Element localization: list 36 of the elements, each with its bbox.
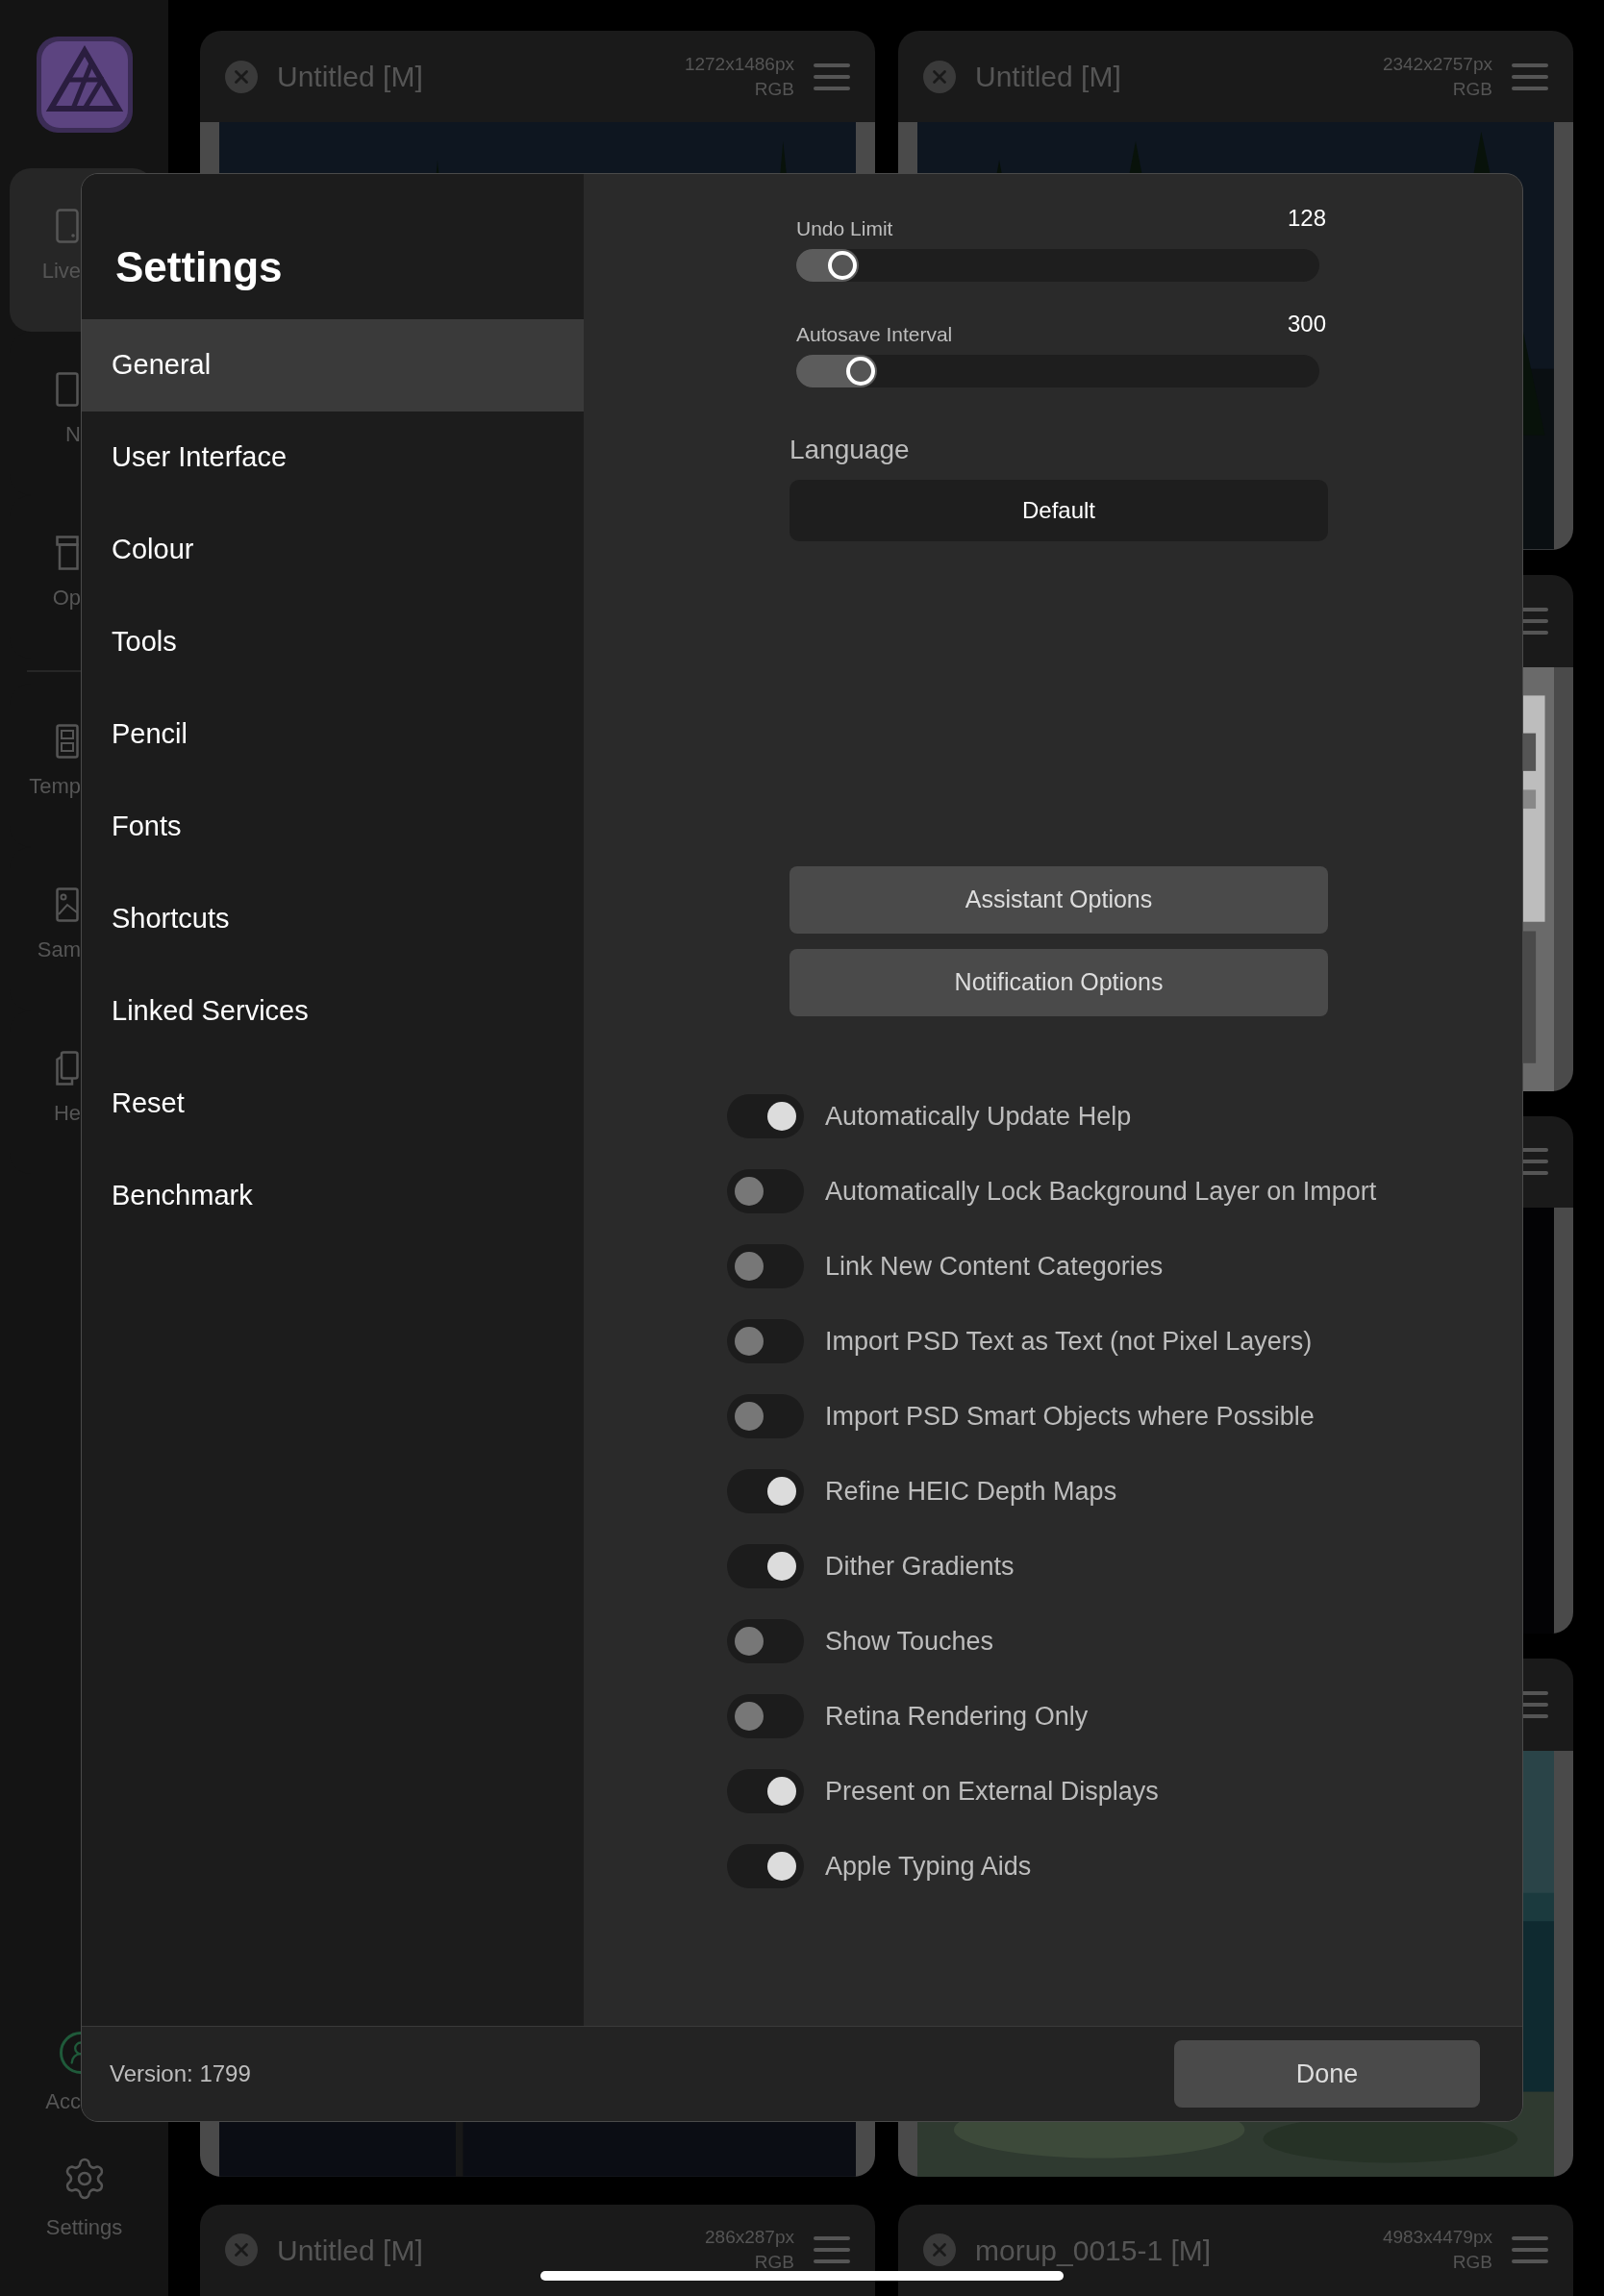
slider-label: Undo Limit [796, 215, 893, 241]
document-dimensions: 2342x2757px [1382, 52, 1492, 76]
document-color-mode: RGB [1452, 77, 1492, 101]
toggle-label: Automatically Lock Background Layer on Import [825, 1175, 1377, 1208]
sidebar-label: Acc [44, 2088, 81, 2115]
toggle-label: Present on External Displays [825, 1775, 1159, 1808]
sidebar-label: Op [51, 585, 81, 611]
version-text: Version: 1799 [110, 2059, 251, 2088]
toggle-label: Dither Gradients [825, 1550, 1015, 1583]
toggle-label: Refine HEIC Depth Maps [825, 1475, 1117, 1508]
sidebar-label: N [64, 421, 81, 448]
language-label: Language [789, 434, 911, 466]
toggle-label: Link New Content Categories [825, 1250, 1164, 1283]
document-color-mode: RGB [1452, 2251, 1492, 2275]
document-title: Untitled [M] [277, 60, 423, 95]
slider-label: Autosave Interval [796, 321, 953, 347]
document-dimensions: 4983x4479px [1382, 2226, 1492, 2250]
document-title: Untitled [M] [975, 60, 1121, 95]
dialog-title: Settings [115, 243, 283, 290]
toggle-label: Show Touches [825, 1625, 994, 1658]
document-title: Untitled [M] [277, 2233, 423, 2268]
document-title: morup_0015-1 [M] [975, 2233, 1212, 2268]
toggle-label: Automatically Update Help [825, 1100, 1132, 1133]
document-dimensions: 1272x1486px [684, 52, 794, 76]
sidebar-label: He [52, 1100, 81, 1127]
slider-value: 300 [1287, 310, 1326, 338]
slider-value: 128 [1287, 204, 1326, 233]
toggle-label: Import PSD Text as Text (not Pixel Layers) [825, 1325, 1313, 1358]
sidebar-label: Sam [36, 936, 81, 963]
document-dimensions: 286x287px [705, 2226, 794, 2250]
document-color-mode: RGB [754, 77, 794, 101]
toggle-label: Apple Typing Aids [825, 1850, 1032, 1883]
document-color-mode: RGB [754, 2251, 794, 2275]
toggle-label: Import PSD Smart Objects where Possible [825, 1400, 1315, 1433]
toggle-label: Retina Rendering Only [825, 1700, 1089, 1733]
sidebar-label: Temp [28, 773, 81, 800]
